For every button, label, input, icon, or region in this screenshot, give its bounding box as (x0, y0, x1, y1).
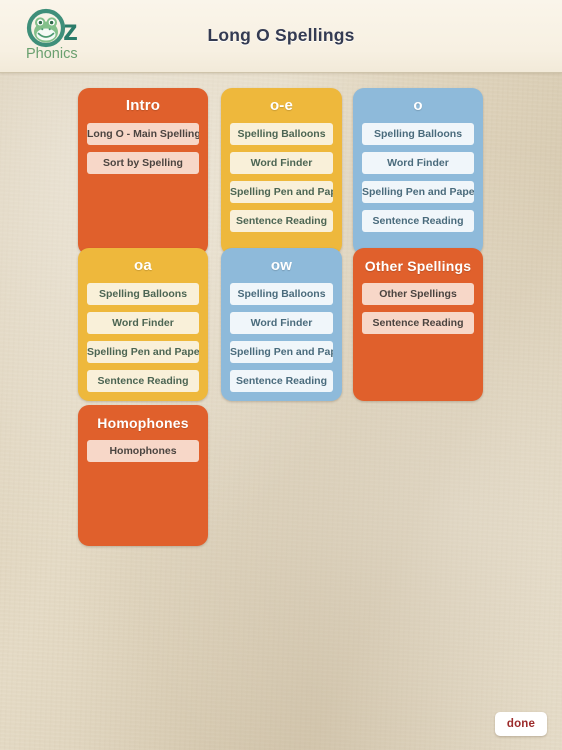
card-title-other-spellings: Other Spellings (364, 258, 472, 274)
card-o[interactable]: o Spelling Balloons Word Finder Spelling… (353, 88, 483, 255)
activity-button-long-o-main-spellings[interactable]: Long O - Main Spellings (87, 123, 199, 145)
app-root: z Phonics Long O Spellings Intro Long O … (0, 0, 562, 750)
card-title-intro: Intro (125, 97, 161, 114)
activity-button-spelling-balloons[interactable]: Spelling Balloons (230, 123, 333, 145)
card-title-homophones: Homophones (97, 415, 189, 431)
activity-button-sentence-reading[interactable]: Sentence Reading (87, 370, 199, 392)
card-oa[interactable]: oa Spelling Balloons Word Finder Spellin… (78, 248, 208, 401)
card-other-spellings[interactable]: Other Spellings Other Spellings Sentence… (353, 248, 483, 401)
card-title-oa: oa (134, 257, 152, 274)
activity-button-homophones[interactable]: Homophones (87, 440, 199, 462)
activity-button-sentence-reading[interactable]: Sentence Reading (362, 312, 474, 334)
activity-button-word-finder[interactable]: Word Finder (362, 152, 474, 174)
card-homophones[interactable]: Homophones Homophones (78, 405, 208, 546)
activity-button-sentence-reading[interactable]: Sentence Reading (362, 210, 474, 232)
card-intro[interactable]: Intro Long O - Main Spellings Sort by Sp… (78, 88, 208, 255)
category-board: Intro Long O - Main Spellings Sort by Sp… (0, 73, 562, 750)
activity-button-spelling-balloons[interactable]: Spelling Balloons (362, 123, 474, 145)
activity-button-spelling-pen-and-paper[interactable]: Spelling Pen and Paper (362, 181, 474, 203)
activity-button-spelling-balloons[interactable]: Spelling Balloons (87, 283, 199, 305)
activity-button-spelling-balloons[interactable]: Spelling Balloons (230, 283, 333, 305)
activity-button-word-finder[interactable]: Word Finder (87, 312, 199, 334)
activity-button-sentence-reading[interactable]: Sentence Reading (230, 370, 333, 392)
activity-button-sort-by-spelling[interactable]: Sort by Spelling (87, 152, 199, 174)
activity-button-spelling-pen-and-paper[interactable]: Spelling Pen and Paper (87, 341, 199, 363)
card-ow[interactable]: ow Spelling Balloons Word Finder Spellin… (221, 248, 342, 401)
page-title: Long O Spellings (207, 25, 355, 45)
card-title-ow: ow (270, 257, 293, 274)
logo-wordmark: Phonics (26, 46, 78, 62)
activity-button-word-finder[interactable]: Word Finder (230, 152, 333, 174)
done-button[interactable]: done (495, 712, 547, 736)
top-navigation-bar: z Phonics Long O Spellings (0, 0, 562, 73)
activity-button-word-finder[interactable]: Word Finder (230, 312, 333, 334)
activity-button-other-spellings[interactable]: Other Spellings (362, 283, 474, 305)
activity-button-spelling-pen-and-paper[interactable]: Spelling Pen and Paper (230, 341, 333, 363)
card-title-o-e: o-e (269, 97, 294, 114)
card-o-e[interactable]: o-e Spelling Balloons Word Finder Spelli… (221, 88, 342, 255)
activity-button-sentence-reading[interactable]: Sentence Reading (230, 210, 333, 232)
activity-button-spelling-pen-and-paper[interactable]: Spelling Pen and Paper (230, 181, 333, 203)
card-title-o: o (413, 97, 423, 114)
